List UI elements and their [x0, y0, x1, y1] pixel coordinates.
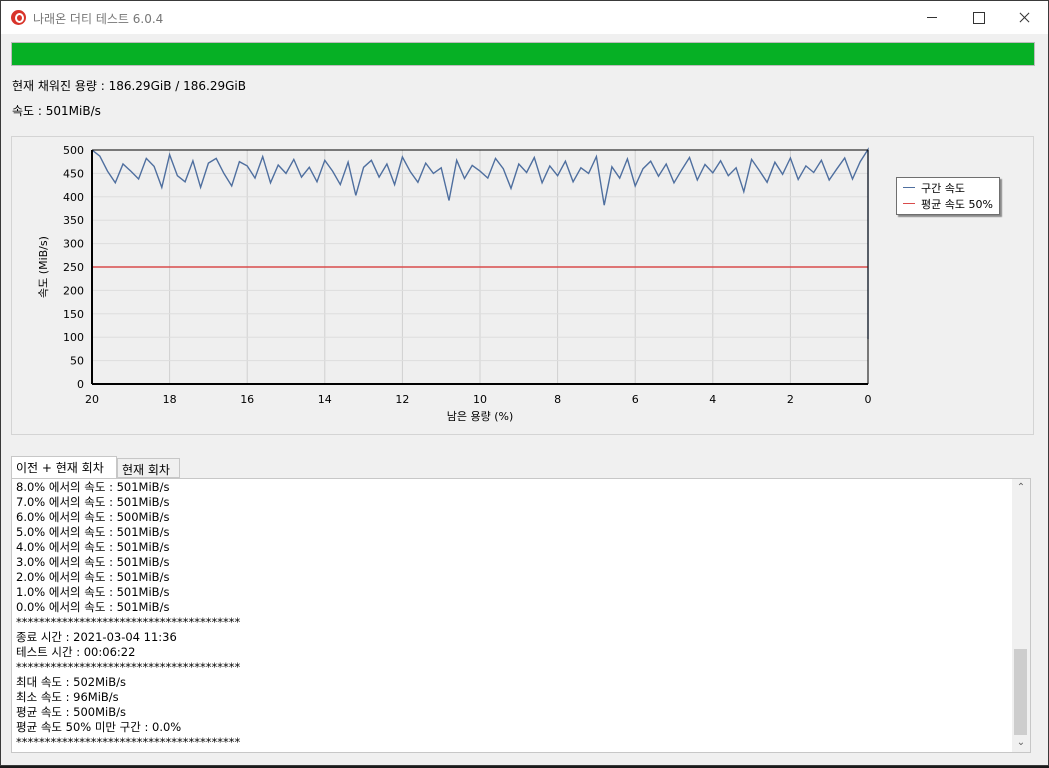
x-tick-label: 12	[395, 393, 409, 406]
y-tick-label: 450	[63, 167, 84, 180]
y-tick-label: 500	[63, 144, 84, 157]
x-tick-label: 18	[163, 393, 177, 406]
legend-label-section-speed: 구간 속도	[921, 182, 965, 195]
scroll-up-button[interactable]: ⌃	[1012, 479, 1030, 497]
minimize-button[interactable]	[909, 1, 955, 34]
log-line: 7.0% 에서의 속도 : 501MiB/s	[16, 495, 170, 509]
legend-line-section-speed	[903, 187, 915, 188]
app-icon	[11, 10, 26, 25]
y-tick-label: 350	[63, 214, 84, 227]
y-axis-label: 속도 (MiB/s)	[37, 236, 50, 298]
y-tick-label: 150	[63, 308, 84, 321]
x-axis-label: 남은 용량 (%)	[447, 410, 514, 423]
log-line: 1.0% 에서의 속도 : 501MiB/s	[16, 585, 170, 599]
log-line: 테스트 시간 : 00:06:22	[16, 645, 136, 659]
title-bar[interactable]: 나래온 더티 테스트 6.0.4	[1, 1, 1048, 34]
capacity-text: 현재 채워진 용량 : 186.29GiB / 186.29GiB	[12, 79, 246, 93]
log-line: 최소 속도 : 96MiB/s	[16, 690, 119, 704]
y-tick-label: 50	[70, 355, 84, 368]
log-line: 4.0% 에서의 속도 : 501MiB/s	[16, 540, 170, 554]
progress-bar	[11, 42, 1035, 66]
x-tick-label: 0	[865, 393, 872, 406]
y-tick-label: 250	[63, 261, 84, 274]
speed-text: 속도 : 501MiB/s	[12, 104, 101, 118]
log-line: 최대 속도 : 502MiB/s	[16, 675, 126, 689]
log-line: 평균 속도 : 500MiB/s	[16, 705, 126, 719]
log-lines: 8.0% 에서의 속도 : 501MiB/s 7.0% 에서의 속도 : 501M…	[16, 480, 1006, 750]
y-tick-label: 100	[63, 331, 84, 344]
tab-previous-current[interactable]: 이전 + 현재 회차	[11, 456, 117, 479]
log-textbox[interactable]: 8.0% 에서의 속도 : 501MiB/s 7.0% 에서의 속도 : 501M…	[11, 478, 1031, 753]
legend-line-average-speed	[903, 203, 915, 204]
scroll-down-button[interactable]: ⌄	[1012, 734, 1030, 752]
log-line: ***************************************	[16, 735, 241, 749]
x-tick-label: 10	[473, 393, 487, 406]
x-tick-label: 14	[318, 393, 332, 406]
close-button[interactable]	[1001, 1, 1047, 34]
vertical-scrollbar[interactable]: ⌃ ⌄	[1012, 479, 1030, 752]
y-tick-label: 300	[63, 238, 84, 251]
tab-current[interactable]: 현재 회차	[117, 458, 180, 478]
chart-legend: 구간 속도 평균 속도 50%	[896, 177, 1000, 215]
y-tick-label: 200	[63, 284, 84, 297]
log-line: 8.0% 에서의 속도 : 501MiB/s	[16, 480, 170, 494]
progress-fill	[12, 43, 1034, 65]
y-tick-label: 0	[77, 378, 84, 391]
log-line: ***************************************	[16, 615, 241, 629]
log-line: 평균 속도 50% 미만 구간 : 0.0%	[16, 720, 182, 734]
y-tick-label: 400	[63, 191, 84, 204]
log-line: ***************************************	[16, 660, 241, 674]
x-tick-label: 2	[787, 393, 794, 406]
chevron-up-icon: ⌃	[1016, 482, 1026, 493]
chevron-down-icon: ⌄	[1016, 737, 1026, 748]
x-tick-label: 6	[632, 393, 639, 406]
maximize-button[interactable]	[955, 1, 1001, 34]
log-line: 2.0% 에서의 속도 : 501MiB/s	[16, 570, 170, 584]
log-line: 3.0% 에서의 속도 : 501MiB/s	[16, 555, 170, 569]
x-tick-label: 16	[240, 393, 254, 406]
scroll-thumb[interactable]	[1014, 649, 1027, 735]
main-window: 나래온 더티 테스트 6.0.4 현재 채워진 용량 : 186.29GiB /…	[0, 0, 1049, 766]
speed-chart: 20 18 16 14 12 10 8 6 4 2 050045040035030025020015…	[37, 144, 872, 423]
x-tick-label: 8	[554, 393, 561, 406]
log-line: 5.0% 에서의 속도 : 501MiB/s	[16, 525, 170, 539]
x-tick-label: 4	[709, 393, 716, 406]
legend-label-average-speed: 평균 속도 50%	[921, 198, 993, 211]
window-title: 나래온 더티 테스트 6.0.4	[33, 12, 164, 26]
log-line: 0.0% 에서의 속도 : 501MiB/s	[16, 600, 170, 614]
log-line: 6.0% 에서의 속도 : 500MiB/s	[16, 510, 170, 524]
x-tick-label: 20	[85, 393, 99, 406]
speed-chart-panel: 20 18 16 14 12 10 8 6 4 2 0 500 450 400 350 300 250 200 15…	[11, 136, 1034, 435]
log-line: 종료 시간 : 2021-03-04 11:36	[16, 630, 177, 644]
